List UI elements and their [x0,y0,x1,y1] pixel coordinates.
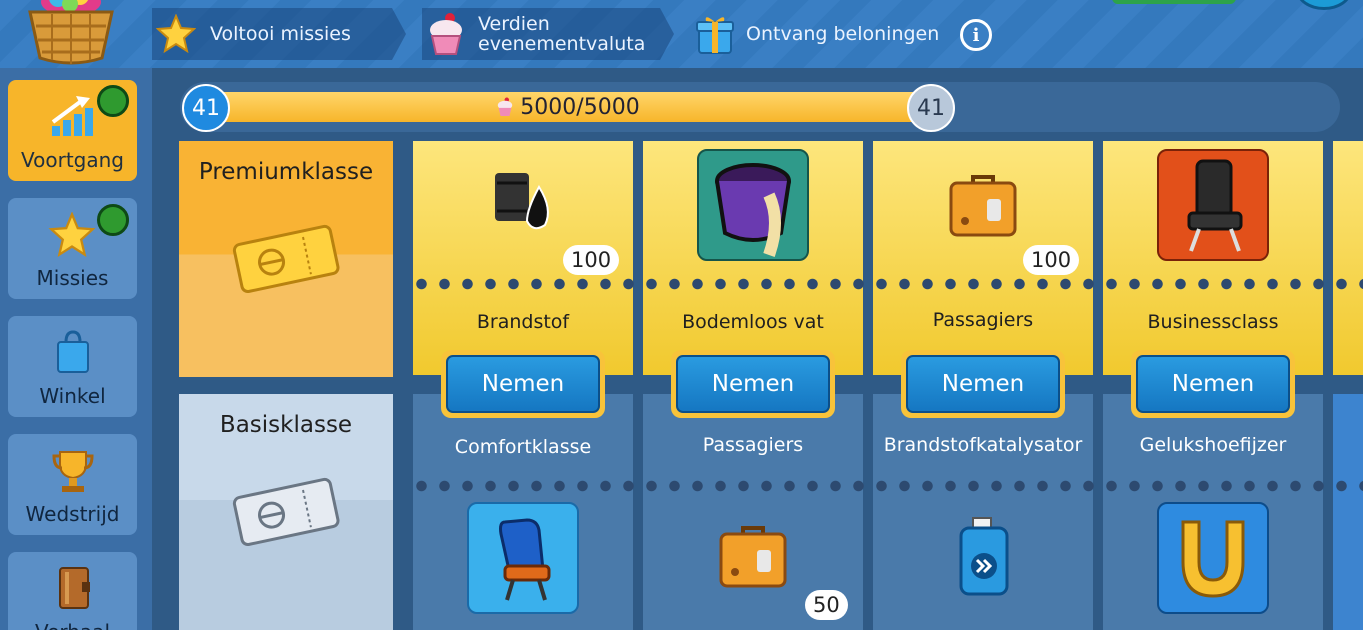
gift-box-icon [696,13,734,55]
step-receive-rewards: Ontvang beloningen [690,8,952,60]
premium-reward-card: Businessclass [1103,141,1323,375]
next-level-badge: 41 [907,84,955,132]
gold-ticket-icon [231,223,341,293]
sidebar-item-label: Wedstrijd [25,502,120,526]
step-earn-currency: Verdien evenementvaluta [422,8,674,60]
claim-button[interactable]: Nemen [671,350,835,418]
premium-divider [410,278,1363,290]
basic-reward-card: Gelukshoefijzer [1103,394,1323,630]
premium-tier-panel: Premiumklasse [179,141,393,377]
premium-reward-card: 100 Passagiers [873,141,1093,375]
claim-button[interactable]: Nemen [901,350,1065,418]
quantity-badge: 100 [563,245,620,275]
business-seat-icon [1157,149,1269,261]
step-label: Verdien evenementvaluta [478,13,646,55]
premium-reward-card: 100 Brandstof [413,141,633,375]
sidebar-item-label: Missies [36,266,109,290]
reward-name: Passagiers [702,434,804,456]
fuel-barrel-icon [487,165,561,239]
gift-badge-icon [97,204,129,236]
basic-reward-card: Passagiers 50 [643,394,863,630]
reward-name: Brandstofkatalysator [883,434,1083,456]
sidebar: Voortgang Missies Winkel Wedstrijd Verha… [0,68,152,630]
step-complete-missions: Voltooi missies [152,8,406,60]
bottomless-barrel-icon [697,149,809,261]
step-label: Voltooi missies [210,23,351,45]
info-icon[interactable]: i [960,19,992,51]
cupcake-icon [496,96,514,118]
shopping-bag-icon [56,330,90,374]
progress-chart-icon [50,94,96,138]
next-reward-card-fragment [1333,394,1363,630]
suitcase-icon [719,524,787,588]
reward-name: Passagiers [932,309,1034,331]
reward-name: Businessclass [1147,311,1279,333]
sidebar-item-missions[interactable]: Missies [8,198,137,299]
comfort-seat-icon [467,502,579,614]
next-reward-card-fragment [1333,141,1363,375]
gift-badge-icon [97,85,129,117]
book-icon [56,566,92,610]
fuel-catalyst-icon [955,516,1013,596]
sidebar-item-label: Winkel [39,384,106,408]
sidebar-item-label: Verhaal [8,620,137,630]
current-level-badge: 41 [182,84,230,132]
basic-tier-label: Basisklasse [219,412,353,438]
sidebar-item-label: Voortgang [21,148,124,172]
claim-button[interactable]: Nemen [1131,350,1295,418]
quantity-badge: 100 [1023,245,1080,275]
premium-tier-label: Premiumklasse [198,159,374,185]
event-basket-icon [22,0,120,66]
basic-reward-card: Comfortklasse [413,394,633,630]
sidebar-item-competition[interactable]: Wedstrijd [8,434,137,535]
star-icon [48,212,96,258]
profile-button-fragment[interactable] [1296,0,1352,10]
sidebar-item-story[interactable]: Verhaal [8,552,137,630]
silver-ticket-icon [231,476,341,546]
progress-text: 5000/5000 [206,92,930,122]
premium-reward-card: Bodemloos vat [643,141,863,375]
trophy-icon [52,448,94,494]
reward-name: Brandstof [476,311,570,333]
reward-name: Gelukshoefijzer [1139,434,1287,456]
step-label: Ontvang beloningen [746,23,940,45]
sidebar-item-progress[interactable]: Voortgang [8,80,137,181]
progress-bar: 5000/5000 [206,92,930,122]
reward-name: Comfortklasse [454,436,592,458]
currency-bar-fragment [1112,0,1236,4]
basic-tier-panel: Basisklasse [179,394,393,630]
horseshoe-icon [1157,502,1269,614]
claim-button[interactable]: Nemen [441,350,605,418]
star-icon [156,14,196,54]
sidebar-item-shop[interactable]: Winkel [8,316,137,417]
suitcase-icon [949,173,1017,237]
top-bar: Voltooi missies Verdien evenementvaluta … [0,0,1363,68]
reward-name: Bodemloos vat [682,311,824,333]
cupcake-icon [426,12,466,56]
quantity-badge: 50 [805,590,848,620]
basic-divider [410,480,1363,492]
basic-reward-card: Brandstofkatalysator [873,394,1093,630]
